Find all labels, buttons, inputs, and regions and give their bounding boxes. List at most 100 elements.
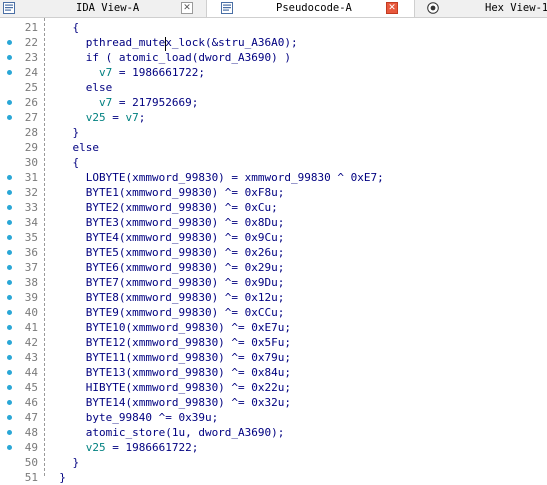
breakpoint-dot-icon[interactable] [7,280,12,285]
code-line[interactable]: 22 pthread_mutex_lock(&stru_A36A0); [0,35,547,50]
code-line[interactable]: 34 BYTE3(xmmword_99830) ^= 0x8Du; [0,215,547,230]
breakpoint-dot-icon[interactable] [7,220,12,225]
tab-hex-view-1[interactable]: Hex View-1 [415,0,547,17]
code-line[interactable]: 42 BYTE12(xmmword_99830) ^= 0x5Fu; [0,335,547,350]
code-line[interactable]: 35 BYTE4(xmmword_99830) ^= 0x9Cu; [0,230,547,245]
code-line[interactable]: 29 else [0,140,547,155]
breakpoint-dot-icon[interactable] [7,355,12,360]
code-line[interactable]: 45 HIBYTE(xmmword_99830) ^= 0x22u; [0,380,547,395]
code-line[interactable]: 37 BYTE6(xmmword_99830) ^= 0x29u; [0,260,547,275]
code-line[interactable]: 39 BYTE8(xmmword_99830) ^= 0x12u; [0,290,547,305]
code-line[interactable]: 40 BYTE9(xmmword_99830) ^= 0xCCu; [0,305,547,320]
line-number: 21 [24,21,38,34]
line-number: 31 [24,171,38,184]
line-number: 46 [24,396,38,409]
breakpoint-dot-icon[interactable] [7,250,12,255]
local-variable[interactable]: v7 [99,66,112,79]
code-text: LOBYTE(xmmword_99830) = xmmword_99830 ^ … [46,171,384,184]
line-number: 38 [24,276,38,289]
breakpoint-dot-icon[interactable] [7,175,12,180]
code-line[interactable]: 25 else [0,80,547,95]
code-line[interactable]: 31 LOBYTE(xmmword_99830) = xmmword_99830… [0,170,547,185]
code-line[interactable]: 27 v25 = v7; [0,110,547,125]
code-text: BYTE6(xmmword_99830) ^= 0x29u; [46,261,285,274]
code-text: else [46,141,99,154]
line-number: 32 [24,186,38,199]
local-variable[interactable]: v7 [126,111,139,124]
line-number: 43 [24,351,38,364]
breakpoint-dot-icon[interactable] [7,430,12,435]
pseudocode-view[interactable]: 21 {22 pthread_mutex_lock(&stru_A36A0); 2… [0,18,547,484]
code-line[interactable]: 43 BYTE11(xmmword_99830) ^= 0x79u; [0,350,547,365]
code-line[interactable]: 24 v7 = 1986661722; [0,65,547,80]
line-number: 27 [24,111,38,124]
code-line[interactable]: 36 BYTE5(xmmword_99830) ^= 0x26u; [0,245,547,260]
breakpoint-dot-icon[interactable] [7,385,12,390]
code-line[interactable]: 41 BYTE10(xmmword_99830) ^= 0xE7u; [0,320,547,335]
local-variable[interactable]: v25 [86,441,106,454]
local-variable[interactable]: v25 [86,111,106,124]
code-line[interactable]: 51 } [0,470,547,485]
line-number: 41 [24,321,38,334]
code-line[interactable]: 47 byte_99840 ^= 0x39u; [0,410,547,425]
close-icon[interactable]: ✕ [386,2,398,14]
code-line[interactable]: 48 atomic_store(1u, dword_A3690); [0,425,547,440]
code-text: BYTE5(xmmword_99830) ^= 0x26u; [46,246,285,259]
line-number: 30 [24,156,38,169]
code-text: BYTE13(xmmword_99830) ^= 0x84u; [46,366,292,379]
local-variable[interactable]: v7 [99,96,112,109]
line-number: 26 [24,96,38,109]
code-text: } [46,456,80,469]
code-line[interactable]: 33 BYTE2(xmmword_99830) ^= 0xCu; [0,200,547,215]
code-line[interactable]: 32 BYTE1(xmmword_99830) ^= 0xF8u; [0,185,547,200]
breakpoint-dot-icon[interactable] [7,40,12,45]
breakpoint-dot-icon[interactable] [7,100,12,105]
breakpoint-dot-icon[interactable] [7,295,12,300]
breakpoint-dot-icon[interactable] [7,55,12,60]
code-text: } [46,471,66,484]
breakpoint-dot-icon[interactable] [7,310,12,315]
code-text: BYTE9(xmmword_99830) ^= 0xCCu; [46,306,285,319]
breakpoint-dot-icon[interactable] [7,415,12,420]
code-text: BYTE10(xmmword_99830) ^= 0xE7u; [46,321,292,334]
breakpoint-dot-icon[interactable] [7,265,12,270]
breakpoint-dot-icon[interactable] [7,190,12,195]
code-line[interactable]: 38 BYTE7(xmmword_99830) ^= 0x9Du; [0,275,547,290]
line-number: 45 [24,381,38,394]
line-number: 51 [24,471,38,484]
ida-view-icon [3,2,15,14]
line-number: 39 [24,291,38,304]
breakpoint-dot-icon[interactable] [7,370,12,375]
breakpoint-dot-icon[interactable] [7,325,12,330]
code-text: v7 = 217952669; [98,96,199,109]
code-text: BYTE3(xmmword_99830) ^= 0x8Du; [46,216,285,229]
code-line[interactable]: 49 v25 = 1986661722; [0,440,547,455]
breakpoint-dot-icon[interactable] [7,235,12,240]
tab-ida-view-a[interactable]: IDA View-A ✕ [0,0,207,17]
code-line[interactable]: 28 } [0,125,547,140]
tab-pseudocode-a[interactable]: Pseudocode-A ✕ [207,0,415,17]
code-line[interactable]: 46 BYTE14(xmmword_99830) ^= 0x32u; [0,395,547,410]
code-line[interactable]: 50 } [0,455,547,470]
code-line[interactable]: 26 v7 = 217952669; [0,95,547,110]
code-text: pthread_mutex_lock(&stru_A36A0); [46,36,298,49]
code-line[interactable]: 44 BYTE13(xmmword_99830) ^= 0x84u; [0,365,547,380]
close-icon[interactable]: ✕ [181,2,193,14]
code-text: HIBYTE(xmmword_99830) ^= 0x22u; [46,381,292,394]
code-line[interactable]: 23 if ( atomic_load(dword_A3690) ) [0,50,547,65]
tab-label-hex-view-1: Hex View-1 [485,2,547,14]
pseudocode-icon [221,2,233,14]
code-text: BYTE2(xmmword_99830) ^= 0xCu; [46,201,278,214]
tab-bar: IDA View-A ✕ Pseudocode-A ✕ Hex View-1 [0,0,547,18]
code-text: BYTE8(xmmword_99830) ^= 0x12u; [46,291,285,304]
breakpoint-dot-icon[interactable] [7,445,12,450]
breakpoint-dot-icon[interactable] [7,400,12,405]
code-line[interactable]: 21 { [0,20,547,35]
breakpoint-dot-icon[interactable] [7,340,12,345]
breakpoint-dot-icon[interactable] [7,70,12,75]
code-line[interactable]: 30 { [0,155,547,170]
breakpoint-dot-icon[interactable] [7,205,12,210]
code-text: v7 = 1986661722; [98,66,205,79]
breakpoint-dot-icon[interactable] [7,115,12,120]
code-text: BYTE7(xmmword_99830) ^= 0x9Du; [46,276,285,289]
